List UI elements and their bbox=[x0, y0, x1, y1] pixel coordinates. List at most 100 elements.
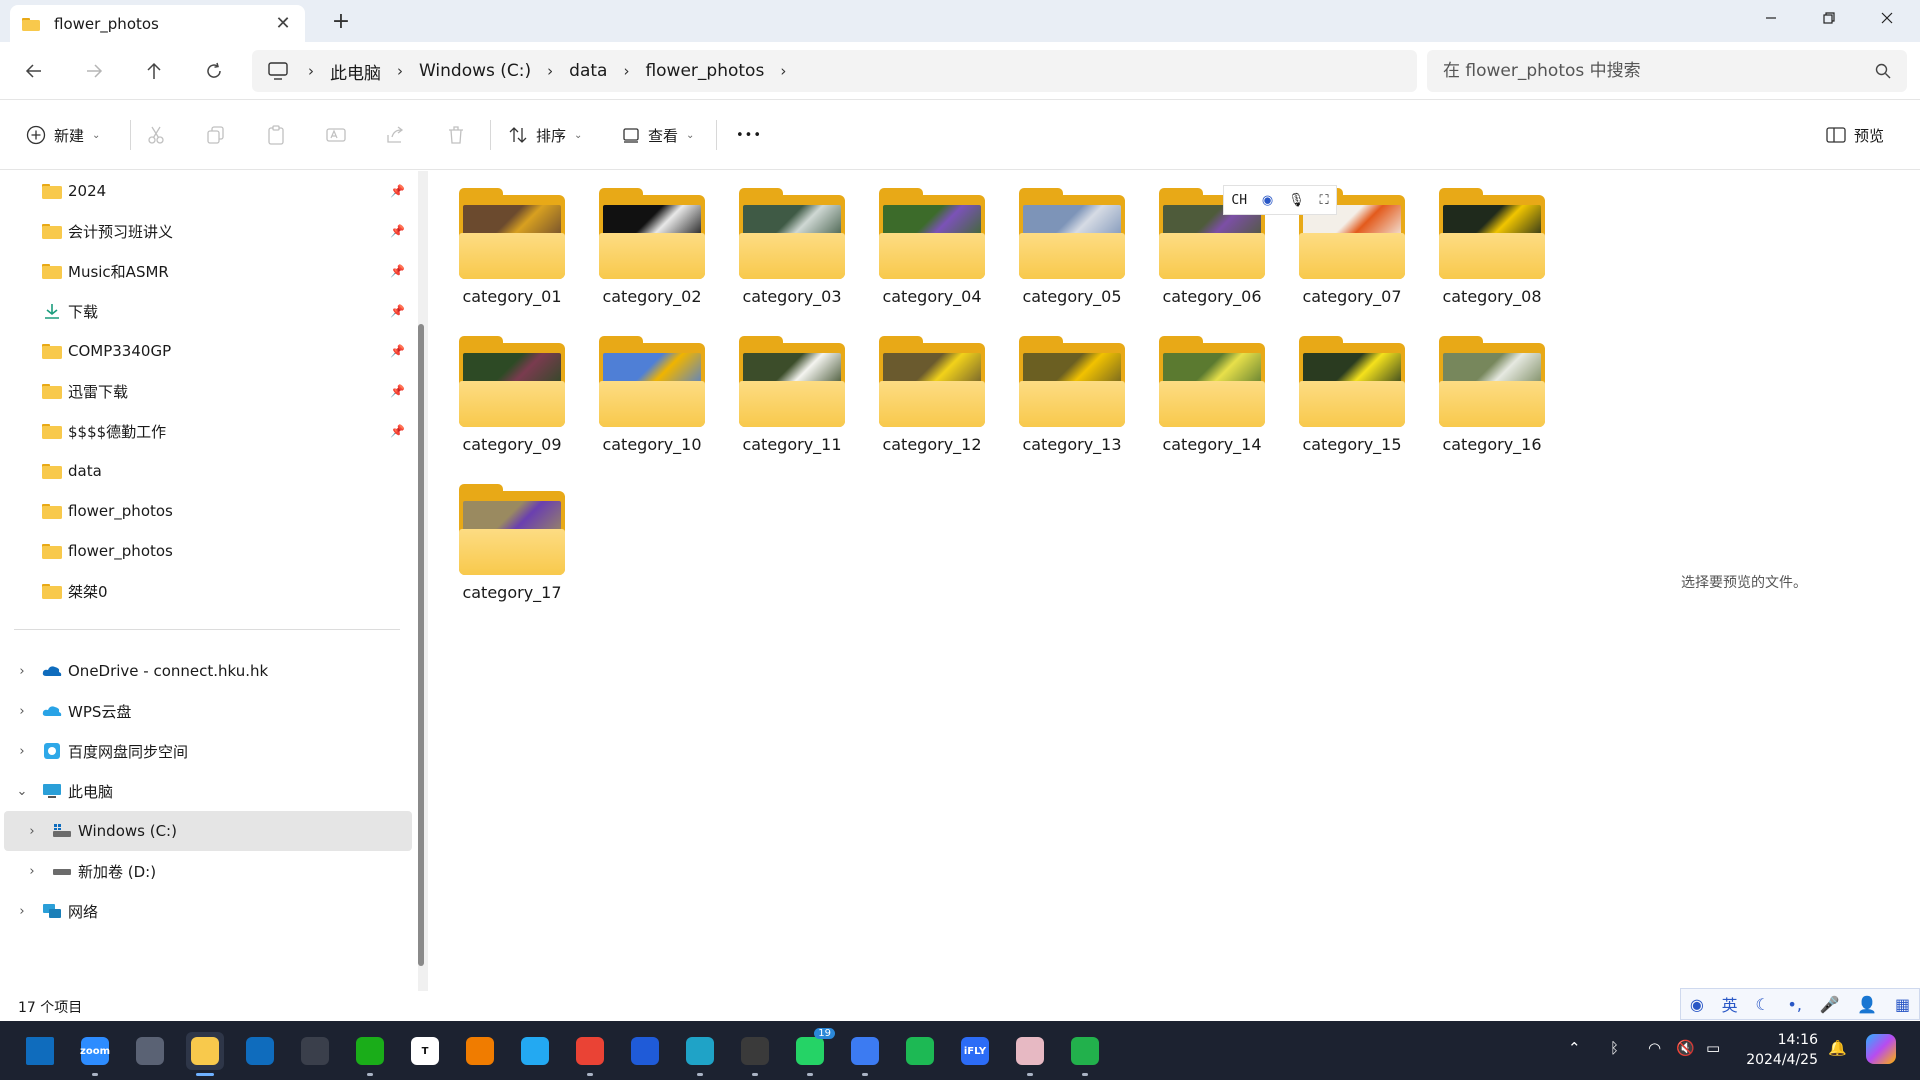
back-button[interactable] bbox=[19, 56, 49, 86]
forward-button[interactable] bbox=[79, 56, 109, 86]
copilot-icon[interactable] bbox=[1866, 1034, 1896, 1064]
paste-button[interactable] bbox=[266, 118, 286, 152]
folder-tile[interactable]: category_11 bbox=[720, 319, 848, 459]
ime-language-label[interactable]: CH bbox=[1231, 193, 1247, 208]
folder-tile[interactable]: category_03 bbox=[720, 171, 848, 311]
folder-tile[interactable]: category_05 bbox=[1000, 171, 1128, 311]
view-button[interactable]: 查看 ⌄ bbox=[622, 118, 694, 152]
nav-item-xunlei[interactable]: 迅雷下载 📌 bbox=[0, 371, 408, 411]
nav-item-this-pc[interactable]: ⌄ 此电脑 bbox=[0, 771, 408, 811]
ime-floating-toolbar[interactable]: CH ◉ 🎙 ⛶ bbox=[1223, 185, 1337, 215]
ifly-app[interactable]: iFLY bbox=[956, 1032, 994, 1070]
new-tab-button[interactable]: + bbox=[328, 9, 354, 34]
breadcrumb-flower-photos[interactable]: flower_photos bbox=[635, 61, 774, 81]
folder-tile[interactable]: category_12 bbox=[860, 319, 988, 459]
folder-tile[interactable]: category_02 bbox=[580, 171, 708, 311]
folder-tile[interactable]: category_17 bbox=[440, 467, 568, 607]
chevron-right-icon[interactable]: › bbox=[302, 62, 320, 80]
nav-item-windows-c[interactable]: › Windows (C:) bbox=[4, 811, 412, 851]
nav-item-flower-photos[interactable]: flower_photos bbox=[0, 491, 408, 531]
cut-button[interactable] bbox=[146, 118, 166, 152]
breadcrumb[interactable]: › 此电脑 › Windows (C:) › data › flower_pho… bbox=[252, 50, 1417, 92]
pin-icon[interactable]: 📌 bbox=[390, 224, 405, 238]
edge-app[interactable] bbox=[681, 1032, 719, 1076]
folder-tile[interactable]: category_15 bbox=[1280, 319, 1408, 459]
expand-icon[interactable]: ⛶ bbox=[1319, 193, 1328, 208]
share-button[interactable] bbox=[386, 118, 406, 152]
vscode-app[interactable] bbox=[516, 1032, 554, 1070]
chevron-down-icon[interactable]: ⌄ bbox=[14, 784, 30, 799]
folder-tile[interactable]: category_14 bbox=[1140, 319, 1268, 459]
minimize-button[interactable] bbox=[1742, 0, 1800, 36]
start-button[interactable] bbox=[21, 1032, 59, 1070]
nav-item-2024[interactable]: 2024 📌 bbox=[0, 171, 408, 211]
breadcrumb-data[interactable]: data bbox=[559, 61, 617, 81]
chevron-right-icon[interactable]: › bbox=[617, 62, 635, 80]
sidebar-scrollbar-thumb[interactable] bbox=[418, 324, 424, 966]
punctuation-icon[interactable]: •, bbox=[1787, 995, 1802, 1014]
wechat-app[interactable] bbox=[351, 1032, 389, 1076]
nav-item-wps-cloud[interactable]: › WPS云盘 bbox=[0, 691, 408, 731]
search-icon[interactable] bbox=[1875, 63, 1891, 79]
nav-item-music[interactable]: Music和ASMR 📌 bbox=[0, 251, 408, 291]
nav-item-flower-photos-2[interactable]: flower_photos bbox=[0, 531, 408, 571]
chevron-right-icon[interactable]: › bbox=[24, 864, 40, 879]
more-options-button[interactable]: ••• bbox=[736, 118, 762, 152]
ime-mode-label[interactable]: 英 bbox=[1722, 992, 1738, 1016]
pin-icon[interactable]: 📌 bbox=[390, 184, 405, 198]
folder-tile[interactable]: category_01 bbox=[440, 171, 568, 311]
whatsapp-app[interactable]: 19 bbox=[791, 1028, 835, 1076]
chrome-app[interactable] bbox=[571, 1032, 609, 1076]
chevron-right-icon[interactable]: › bbox=[391, 62, 409, 80]
pin-icon[interactable]: 📌 bbox=[390, 344, 405, 358]
loading-app[interactable] bbox=[901, 1032, 939, 1070]
sort-button[interactable]: 排序 ⌄ bbox=[508, 118, 582, 152]
ifly-icon[interactable]: ◉ bbox=[1690, 995, 1704, 1014]
folder-tile[interactable]: category_13 bbox=[1000, 319, 1128, 459]
battery-icon[interactable]: ▭ bbox=[1706, 1039, 1720, 1057]
nav-item-data[interactable]: data bbox=[0, 451, 408, 491]
ime-status-bar[interactable]: ◉ 英 ☾ •, 🎤 👤 ▦ bbox=[1680, 988, 1920, 1020]
chevron-right-icon[interactable]: › bbox=[14, 664, 30, 679]
pin-icon[interactable]: 📌 bbox=[390, 424, 405, 438]
preview-pane-button[interactable]: 预览 bbox=[1826, 118, 1884, 152]
folder-tile[interactable]: category_04 bbox=[860, 171, 988, 311]
nav-item-comp3340gp[interactable]: COMP3340GP 📌 bbox=[0, 331, 408, 371]
tab-flower-photos[interactable]: flower_photos ✕ bbox=[10, 5, 305, 42]
settings-app[interactable] bbox=[131, 1032, 169, 1070]
microphone-icon[interactable]: 🎤 bbox=[1820, 995, 1840, 1014]
folder-tile[interactable]: category_16 bbox=[1420, 319, 1548, 459]
folder-tile[interactable]: category_10 bbox=[580, 319, 708, 459]
refresh-button[interactable] bbox=[199, 56, 229, 86]
game-app[interactable] bbox=[1011, 1032, 1049, 1076]
chevron-right-icon[interactable]: › bbox=[774, 62, 792, 80]
nav-item-downloads[interactable]: 下载 📌 bbox=[0, 291, 408, 331]
nav-item-network[interactable]: › 网络 bbox=[0, 891, 408, 931]
search-app[interactable] bbox=[461, 1032, 499, 1070]
breadcrumb-this-pc[interactable]: 此电脑 bbox=[320, 59, 391, 84]
nav-item-onedrive[interactable]: › OneDrive - connect.hku.hk bbox=[0, 651, 408, 691]
typora-app[interactable]: T bbox=[406, 1032, 444, 1070]
chevron-right-icon[interactable]: › bbox=[14, 744, 30, 759]
green-app[interactable] bbox=[1066, 1032, 1104, 1076]
mail-bird-app[interactable] bbox=[846, 1032, 884, 1076]
obs-app[interactable] bbox=[296, 1032, 334, 1070]
folder-tile[interactable]: category_08 bbox=[1420, 171, 1548, 311]
nav-item-baidu[interactable]: › 百度网盘同步空间 bbox=[0, 731, 408, 771]
rename-button[interactable] bbox=[326, 118, 346, 152]
bluetooth-icon[interactable]: ᛒ bbox=[1610, 1039, 1619, 1057]
file-explorer-app[interactable] bbox=[186, 1032, 224, 1076]
pin-icon[interactable]: 📌 bbox=[390, 264, 405, 278]
terminal-app[interactable] bbox=[736, 1032, 774, 1076]
nav-item-deloitte[interactable]: $$$$德勤工作 📌 bbox=[0, 411, 408, 451]
notification-bell-icon[interactable]: 🔔 bbox=[1828, 1039, 1847, 1057]
pin-icon[interactable]: 📌 bbox=[390, 384, 405, 398]
breadcrumb-windows-c[interactable]: Windows (C:) bbox=[409, 61, 541, 81]
nav-item-accounting[interactable]: 会计预习班讲义 📌 bbox=[0, 211, 408, 251]
moon-icon[interactable]: ☾ bbox=[1755, 995, 1769, 1014]
new-button[interactable]: 新建 ⌄ bbox=[26, 118, 100, 152]
nav-item-drive-d[interactable]: › 新加卷 (D:) bbox=[0, 851, 408, 891]
feishu-app[interactable] bbox=[626, 1032, 664, 1070]
delete-button[interactable] bbox=[446, 118, 466, 152]
zoom-app[interactable]: zoom bbox=[76, 1032, 114, 1076]
